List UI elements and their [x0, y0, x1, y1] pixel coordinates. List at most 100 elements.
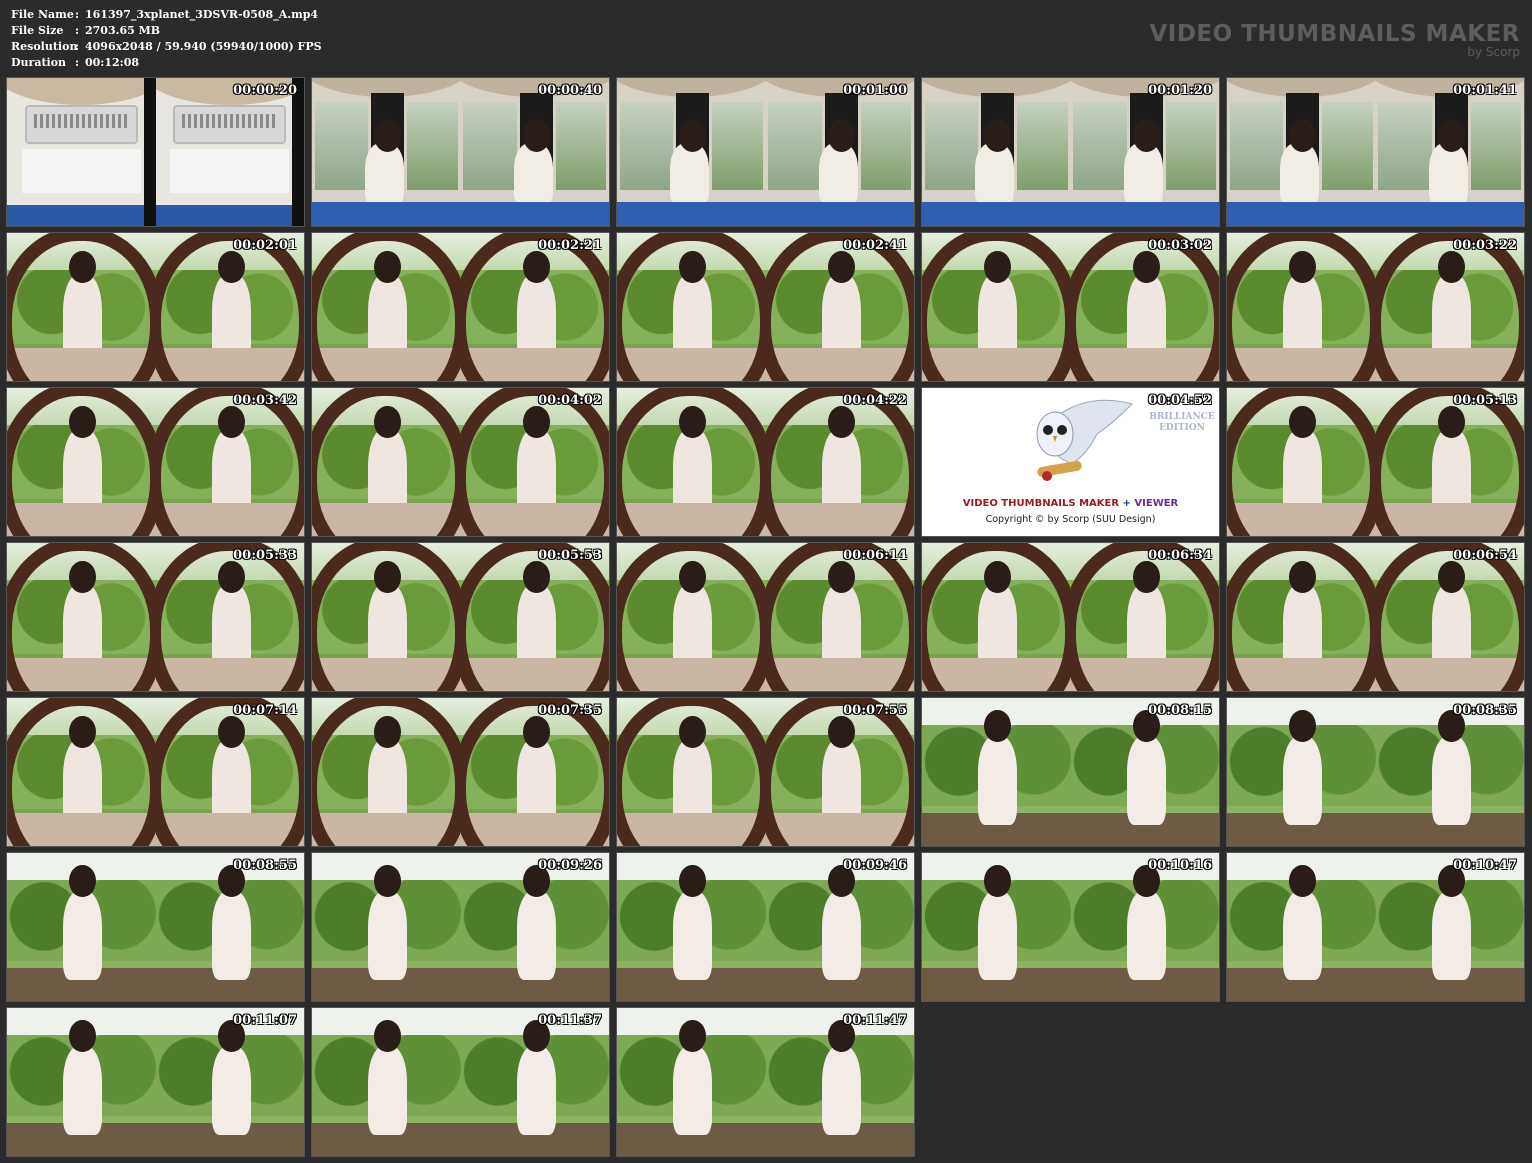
vr-eye-left — [7, 698, 156, 846]
timestamp: 00:02:01 — [233, 238, 297, 253]
timestamp: 00:08:15 — [1148, 703, 1212, 718]
timestamp: 00:02:21 — [538, 238, 602, 253]
thumbnail[interactable]: 00:02:41 — [616, 232, 915, 382]
vr-eye-left — [312, 78, 461, 226]
thumbnail[interactable]: 00:01:41 — [1226, 77, 1525, 227]
thumbnail[interactable]: 00:07:55 — [616, 697, 915, 847]
thumbnail[interactable]: 00:03:22 — [1226, 232, 1525, 382]
vr-eye-right — [765, 388, 914, 536]
thumbnail[interactable]: 00:08:55 — [6, 852, 305, 1002]
info-label: Resolution — [11, 40, 78, 53]
timestamp: 00:07:55 — [843, 703, 907, 718]
thumbnail[interactable]: 00:10:47 — [1226, 852, 1525, 1002]
thumbnail[interactable]: 00:01:00 — [616, 77, 915, 227]
timestamp: 00:03:22 — [1453, 238, 1517, 253]
ad-title-plus: + — [1119, 498, 1135, 509]
timestamp: 00:07:35 — [538, 703, 602, 718]
vr-eye-right — [765, 543, 914, 691]
timestamp: 00:02:41 — [843, 238, 907, 253]
timestamp: 00:09:46 — [843, 858, 907, 873]
thumbnail[interactable]: 00:05:13 — [1226, 387, 1525, 537]
timestamp: 00:04:02 — [538, 393, 602, 408]
thumbnail[interactable]: 00:03:42 — [6, 387, 305, 537]
thumbnail[interactable]: BRILLIANCE EDITION VIDEO THUMBNAILS MAKER… — [921, 387, 1220, 537]
ad-title: VIDEO THUMBNAILS MAKER + VIEWER — [922, 498, 1219, 509]
vr-eye-right — [460, 853, 609, 1001]
thumbnail[interactable]: 00:06:14 — [616, 542, 915, 692]
thumbnail[interactable]: 00:04:02 — [311, 387, 610, 537]
vr-eye-left — [922, 853, 1071, 1001]
timestamp: 00:11:47 — [843, 1013, 907, 1028]
vr-eye-left — [7, 78, 156, 226]
ad-title-main: VIDEO THUMBNAILS MAKER — [962, 498, 1120, 509]
timestamp: 00:04:52 — [1148, 393, 1212, 408]
timestamp: 00:01:20 — [1148, 83, 1212, 98]
vr-eye-right — [1375, 388, 1524, 536]
thumbnail[interactable]: 00:02:01 — [6, 232, 305, 382]
vr-eye-right — [1375, 78, 1524, 226]
thumbnail[interactable]: 00:06:54 — [1226, 542, 1525, 692]
timestamp: 00:06:14 — [843, 548, 907, 563]
timestamp: 00:08:35 — [1453, 703, 1517, 718]
vr-eye-left — [312, 388, 461, 536]
vr-eye-right — [1375, 853, 1524, 1001]
vr-eye-right — [155, 233, 304, 381]
vr-eye-left — [312, 698, 461, 846]
thumbnail[interactable]: 00:08:35 — [1226, 697, 1525, 847]
thumbnail[interactable]: 00:08:15 — [921, 697, 1220, 847]
thumbnail[interactable]: 00:07:14 — [6, 697, 305, 847]
thumbnail[interactable]: 00:06:34 — [921, 542, 1220, 692]
info-value: 00:12:08 — [85, 56, 140, 69]
vr-eye-left — [1227, 698, 1376, 846]
vr-eye-right — [460, 1008, 609, 1156]
thumbnail[interactable]: 00:00:20 — [6, 77, 305, 227]
vr-eye-left — [617, 233, 766, 381]
thumbnail[interactable]: 00:09:46 — [616, 852, 915, 1002]
vr-eye-right — [765, 853, 914, 1001]
vr-eye-right — [155, 853, 304, 1001]
timestamp: 00:05:53 — [538, 548, 602, 563]
vr-eye-right — [765, 78, 914, 226]
thumbnail[interactable]: 00:04:22 — [616, 387, 915, 537]
thumbnail[interactable]: 00:11:37 — [311, 1007, 610, 1157]
vr-eye-right — [460, 698, 609, 846]
timestamp: 00:00:20 — [233, 83, 297, 98]
timestamp: 00:10:16 — [1148, 858, 1212, 873]
thumbnail[interactable]: 00:00:40 — [311, 77, 610, 227]
vr-eye-right — [155, 543, 304, 691]
thumbnail[interactable]: 00:09:26 — [311, 852, 610, 1002]
timestamp: 00:10:47 — [1453, 858, 1517, 873]
vr-eye-left — [922, 78, 1071, 226]
info-label: File Name — [11, 8, 74, 21]
timestamp: 00:00:40 — [538, 83, 602, 98]
vr-eye-left — [7, 853, 156, 1001]
thumbnail[interactable]: 00:02:21 — [311, 232, 610, 382]
timestamp: 00:08:55 — [233, 858, 297, 873]
thumbnail[interactable]: 00:10:16 — [921, 852, 1220, 1002]
thumbnail[interactable]: 00:01:20 — [921, 77, 1220, 227]
vr-eye-left — [7, 543, 156, 691]
vr-eye-left — [1227, 78, 1376, 226]
vr-eye-right — [460, 78, 609, 226]
thumbnail[interactable]: 00:05:53 — [311, 542, 610, 692]
vr-eye-left — [312, 233, 461, 381]
thumbnail[interactable]: 00:05:33 — [6, 542, 305, 692]
thumbnail[interactable]: 00:03:02 — [921, 232, 1220, 382]
info-row-duration: Duration : 00:12:08 — [11, 55, 322, 71]
owl-logo-icon — [1036, 399, 1133, 481]
info-row-resolution: Resolution : 4096x2048 / 59.940 (59940/1… — [11, 39, 322, 55]
vr-eye-left — [7, 388, 156, 536]
thumbnail[interactable]: 00:11:07 — [6, 1007, 305, 1157]
vr-eye-left — [1227, 233, 1376, 381]
vr-eye-left — [922, 543, 1071, 691]
timestamp: 00:11:37 — [538, 1013, 602, 1028]
vr-eye-right — [155, 698, 304, 846]
info-label: File Size — [11, 24, 64, 37]
vr-eye-right — [1070, 233, 1219, 381]
brand-watermark: VIDEO THUMBNAILS MAKER by Scorp — [1149, 20, 1520, 58]
thumbnail[interactable]: 00:07:35 — [311, 697, 610, 847]
thumbnail[interactable]: 00:11:47 — [616, 1007, 915, 1157]
edition-label: BRILLIANCE EDITION — [1149, 412, 1215, 433]
timestamp: 00:01:00 — [843, 83, 907, 98]
vr-eye-left — [312, 853, 461, 1001]
